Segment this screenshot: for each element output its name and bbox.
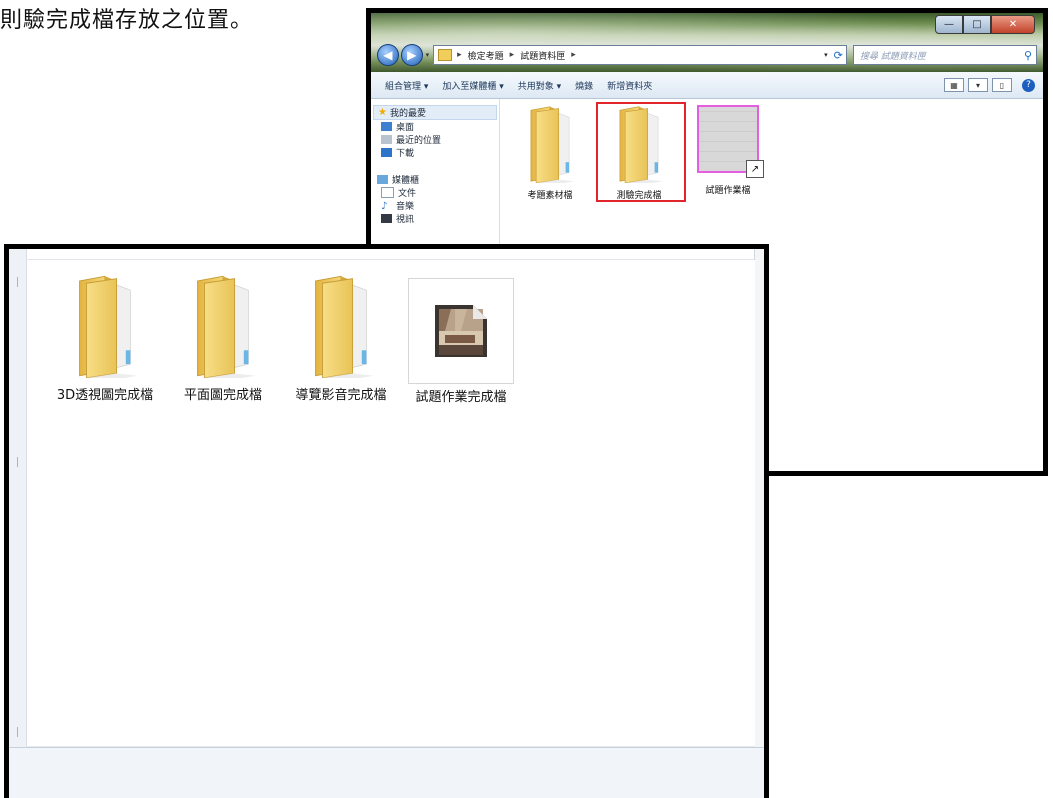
folder-icon	[188, 274, 258, 378]
sidebar-item-label: 桌面	[396, 123, 415, 133]
preview-pane-icon[interactable]: ▯	[992, 78, 1012, 92]
sidebar-item-label: 音樂	[396, 202, 415, 212]
new-folder-button[interactable]: 新增資料夾	[607, 79, 652, 92]
sidebar-item-label: 媒體櫃	[392, 176, 420, 186]
command-toolbar: 組合管理 ▾ 加入至媒體櫃 ▾ 共用對象 ▾ 燒錄 新增資料夾 ▦ ▾ ▯ ?	[371, 72, 1043, 99]
downloads-icon	[381, 148, 392, 157]
chevron-right-icon: ▸	[571, 50, 576, 60]
file-thumbnail: ↗	[697, 105, 764, 178]
folder-item[interactable]: 導覽影音完成檔	[283, 274, 399, 403]
organize-menu[interactable]: 組合管理 ▾	[385, 79, 428, 92]
title-bar: — □ ✕ ◀ ▶ ▾ ▸ 檢定考題 ▸ 試題資料匣 ▸ ▾ ⟳ 搜尋 試題資料…	[371, 13, 1043, 72]
close-button[interactable]: ✕	[991, 15, 1035, 34]
sidebar-item-label: 下載	[396, 149, 415, 159]
search-icon[interactable]: ⚲	[1024, 49, 1032, 62]
window-controls: — □ ✕	[935, 15, 1035, 34]
desktop-icon	[381, 122, 392, 131]
view-dropdown-icon[interactable]: ▾	[968, 78, 988, 92]
back-arrow-icon[interactable]: ◀	[377, 44, 399, 66]
item-label: 平面圖完成檔	[183, 388, 262, 403]
details-pane	[9, 747, 764, 798]
sidebar-item-documents[interactable]: 文件	[371, 186, 499, 199]
address-bar[interactable]: ▸ 檢定考題 ▸ 試題資料匣 ▸ ▾ ⟳	[433, 45, 847, 65]
recent-places-icon	[381, 135, 392, 144]
explorer-window-front: 3D透視圖完成檔 平面圖完成檔 導覽影音完成檔 試題作業完成檔	[4, 244, 769, 798]
breadcrumb-item[interactable]: 試題資料匣	[520, 49, 565, 62]
sidebar-item-label: 我的最愛	[389, 109, 426, 119]
file-list-pane: 3D透視圖完成檔 平面圖完成檔 導覽影音完成檔 試題作業完成檔	[27, 260, 755, 750]
folder-icon	[438, 49, 453, 61]
scrollbar[interactable]	[754, 249, 764, 798]
sidebar-item-libraries[interactable]: 媒體櫃	[371, 173, 499, 186]
item-label: 試題作業檔	[705, 186, 751, 196]
navigation-bar: ◀ ▶ ▾ ▸ 檢定考題 ▸ 試題資料匣 ▸ ▾ ⟳ 搜尋 試題資料匣 ⚲	[377, 43, 1037, 67]
help-icon[interactable]: ?	[1022, 78, 1035, 92]
item-label: 3D透視圖完成檔	[56, 388, 154, 403]
file-item[interactable]: 試題作業完成檔	[403, 278, 519, 405]
folder-item[interactable]: 考題素材檔	[510, 105, 590, 201]
sidebar-item-recent-places[interactable]: 最近的位置	[371, 133, 499, 146]
sidebar-item-label: 視訊	[396, 215, 415, 225]
folder-item-selected[interactable]: 測驗完成檔	[599, 105, 679, 201]
item-label: 試題作業完成檔	[415, 390, 507, 405]
folder-icon	[524, 105, 576, 183]
sidebar-item-music[interactable]: ♪ 音樂	[371, 199, 499, 212]
sidebar-item-label: 最近的位置	[396, 136, 442, 146]
sidebar-item-favorites[interactable]: ★ 我的最愛	[373, 105, 497, 120]
include-in-library-menu[interactable]: 加入至媒體櫃 ▾	[442, 79, 503, 92]
folder-item[interactable]: 3D透視圖完成檔	[47, 274, 163, 403]
folder-icon	[613, 105, 665, 183]
view-options-icon[interactable]: ▦	[944, 78, 964, 92]
search-input[interactable]: 搜尋 試題資料匣 ⚲	[852, 45, 1037, 65]
shortcut-badge-icon: ↗	[746, 160, 764, 178]
header-divider	[26, 249, 756, 260]
divider	[17, 727, 18, 737]
file-thumbnail	[408, 278, 514, 384]
forward-arrow-icon[interactable]: ▶	[400, 44, 423, 66]
maximize-button[interactable]: □	[963, 15, 991, 34]
burn-button[interactable]: 燒錄	[575, 79, 593, 92]
music-icon: ♪	[381, 201, 388, 212]
sidebar-item-downloads[interactable]: 下載	[371, 146, 499, 159]
folder-item[interactable]: 平面圖完成檔	[165, 274, 281, 403]
sidebar-item-desktop[interactable]: 桌面	[371, 120, 499, 133]
rendering-image-icon	[435, 305, 487, 357]
item-label: 考題素材檔	[527, 191, 573, 201]
folder-icon	[70, 274, 140, 378]
item-label: 導覽影音完成檔	[295, 388, 387, 403]
folder-icon	[306, 274, 376, 378]
recent-pages-dropdown-icon[interactable]: ▾	[426, 51, 430, 59]
search-placeholder: 搜尋 試題資料匣	[859, 51, 926, 62]
breadcrumb-item[interactable]: 檢定考題	[468, 49, 504, 62]
chevron-right-icon: ▸	[457, 50, 462, 60]
divider	[17, 457, 18, 467]
file-item[interactable]: ↗ 試題作業檔	[688, 105, 768, 196]
refresh-icon[interactable]: ⟳	[834, 49, 843, 62]
sidebar-item-videos[interactable]: 視訊	[371, 212, 499, 225]
star-icon: ★	[378, 107, 387, 118]
share-with-menu[interactable]: 共用對象 ▾	[518, 79, 561, 92]
minimize-button[interactable]: —	[935, 15, 963, 34]
item-label: 測驗完成檔	[616, 191, 662, 201]
divider	[17, 277, 18, 287]
documents-icon	[381, 187, 394, 198]
instruction-caption: 則驗完成檔存放之位置。	[0, 8, 254, 33]
chevron-right-icon: ▸	[509, 50, 515, 60]
sidebar-item-label: 文件	[398, 189, 417, 199]
video-icon	[381, 214, 392, 223]
address-dropdown-icon[interactable]: ▾	[824, 51, 828, 59]
libraries-icon	[377, 175, 388, 184]
navigation-pane-edge	[9, 249, 27, 798]
